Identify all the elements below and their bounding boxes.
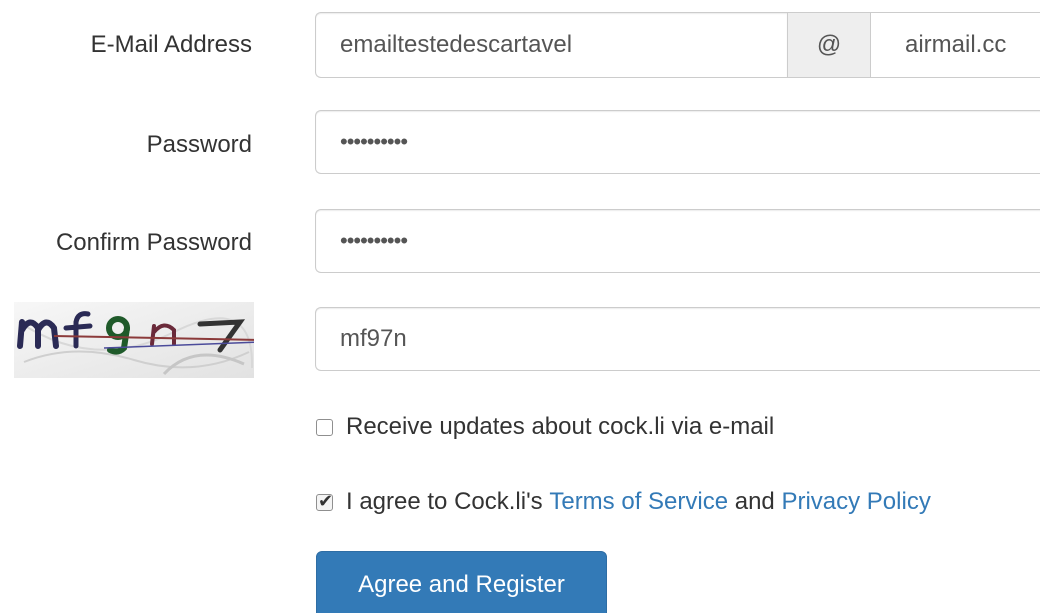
agree-text-before: I agree to Cock.li's (346, 488, 543, 515)
email-at-addon: @ (787, 12, 871, 78)
password-label: Password (146, 131, 252, 158)
email-label: E-Mail Address (90, 31, 252, 58)
email-domain-select[interactable]: airmail.cc (871, 12, 1040, 78)
confirm-password-input[interactable]: •••••••••• (315, 209, 1040, 273)
captcha-image (14, 302, 254, 378)
password-input[interactable]: •••••••••• (315, 110, 1040, 174)
agree-and-register-button[interactable]: Agree and Register (316, 551, 607, 613)
agree-checkbox-row[interactable]: ✔ I agree to Cock.li's Terms of Service … (316, 488, 931, 516)
agree-text-and: and (734, 488, 775, 515)
confirm-password-label: Confirm Password (55, 229, 252, 256)
terms-of-service-link[interactable]: Terms of Service (549, 488, 728, 516)
registration-form: E-Mail Address emailtestedescartavel @ a… (0, 0, 1040, 613)
email-username-input[interactable]: emailtestedescartavel (315, 12, 787, 78)
updates-checkbox-label: Receive updates about cock.li via e-mail (346, 413, 775, 440)
updates-checkbox[interactable] (316, 418, 333, 436)
updates-checkbox-row[interactable]: Receive updates about cock.li via e-mail (316, 413, 774, 441)
checkmark-icon: ✔ (318, 490, 334, 511)
privacy-policy-link[interactable]: Privacy Policy (781, 488, 930, 516)
captcha-input[interactable]: mf97n (315, 307, 1040, 371)
agree-checkbox[interactable]: ✔ (316, 491, 333, 511)
